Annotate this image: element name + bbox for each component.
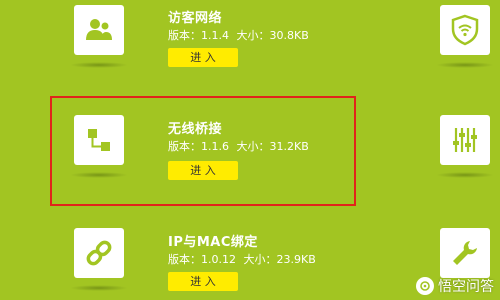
app-version: 版本：1.0.12: [168, 253, 236, 266]
watermark: 悟空问答: [416, 276, 494, 296]
watermark-text: 悟空问答: [438, 279, 494, 295]
app-version: 版本：1.1.4: [168, 29, 229, 42]
users-icon: [86, 19, 112, 40]
app-size: 大小：30.8KB: [236, 29, 309, 42]
app-name: IP与MAC绑定: [168, 235, 258, 250]
link-icon: [86, 240, 112, 266]
right-app-tile-wifi-security[interactable]: [440, 5, 490, 55]
icon-shadow: [436, 172, 494, 178]
app-meta: 版本：1.0.12 大小：23.9KB: [168, 251, 320, 267]
sliders-icon: [453, 128, 477, 152]
right-app-tile-tools[interactable]: [440, 228, 490, 278]
icon-shadow: [70, 62, 128, 68]
highlight-box: [50, 96, 356, 206]
app-row-guest-network: 访客网络 版本：1.1.4 大小：30.8KB 进 入: [0, 0, 500, 90]
icon-shadow: [436, 62, 494, 68]
icon-shadow: [70, 285, 128, 291]
right-app-tile-settings[interactable]: [440, 115, 490, 165]
app-icon-tile[interactable]: [74, 5, 124, 55]
app-icon-tile[interactable]: [74, 228, 124, 278]
app-name: 访客网络: [168, 11, 223, 26]
app-meta: 版本：1.1.4 大小：30.8KB: [168, 27, 313, 43]
wrench-icon: [453, 241, 477, 265]
app-size: 大小：23.9KB: [243, 253, 316, 266]
chat-bubble-icon: [416, 277, 434, 295]
enter-button-ip-mac-binding[interactable]: 进 入: [168, 272, 238, 291]
enter-button-guest-network[interactable]: 进 入: [168, 48, 238, 67]
wifi-shield-icon: [451, 14, 479, 46]
